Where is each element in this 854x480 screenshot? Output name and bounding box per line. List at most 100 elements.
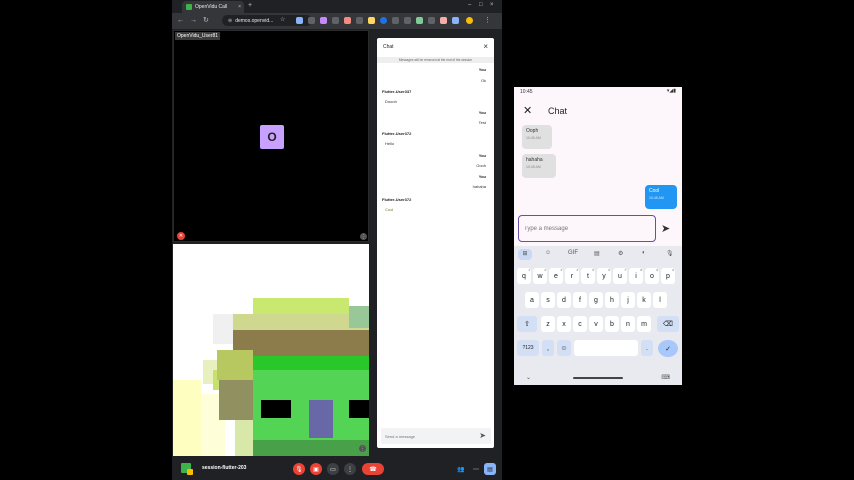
comma-key[interactable]: , <box>542 340 554 356</box>
extension-icon[interactable] <box>356 17 363 24</box>
key-hint: 9 <box>656 268 658 272</box>
keyboard-toolbar: ⊞ ☺ GIF ▤ ⚙ ◐ 🎙 <box>514 246 682 264</box>
extension-icon[interactable] <box>368 17 375 24</box>
extension-icon[interactable] <box>308 17 315 24</box>
key-o[interactable]: o9 <box>645 268 659 284</box>
key-r[interactable]: r4 <box>565 268 579 284</box>
key-h[interactable]: h <box>605 292 619 308</box>
url-text: demos.openvid... <box>235 17 274 24</box>
key-n[interactable]: n <box>621 316 635 332</box>
home-pill[interactable] <box>573 377 623 379</box>
key-b[interactable]: b <box>605 316 619 332</box>
system-nav-bar: ⌄ ⌨ <box>514 372 682 385</box>
mic-toggle-button[interactable]: 🎙 <box>293 463 305 475</box>
palette-icon[interactable]: ◐ <box>642 250 646 256</box>
tab-close-icon[interactable]: × <box>238 4 241 10</box>
extension-icon[interactable] <box>320 17 327 24</box>
key-e[interactable]: e3 <box>549 268 563 284</box>
close-icon[interactable]: ✕ <box>523 104 532 117</box>
key-m[interactable]: m <box>637 316 651 332</box>
chat-message-input[interactable] <box>385 431 470 441</box>
key-w[interactable]: w2 <box>533 268 547 284</box>
extension-icon[interactable] <box>404 17 411 24</box>
leave-call-button[interactable]: ☎ <box>362 463 384 475</box>
extension-icon[interactable] <box>440 17 447 24</box>
message-time: 10:45 AM <box>526 136 541 140</box>
extension-icon[interactable] <box>380 17 387 24</box>
message-input[interactable] <box>524 223 649 235</box>
message-input-box <box>518 215 656 242</box>
key-d[interactable]: d <box>557 292 571 308</box>
shift-key[interactable]: ⇧ <box>517 316 537 332</box>
message-time: 10:45 AM <box>649 196 664 200</box>
browser-menu-icon[interactable]: ⋮ <box>484 16 491 25</box>
space-key[interactable] <box>574 340 638 356</box>
more-options-button[interactable]: ⋮ <box>344 463 356 475</box>
keyboard-switch-icon[interactable]: ⌨ <box>661 374 670 381</box>
emoji-key[interactable]: ☺ <box>557 340 571 356</box>
enter-key[interactable]: ✓ <box>658 340 678 357</box>
forward-icon[interactable]: → <box>190 16 197 25</box>
extension-icon[interactable] <box>344 17 351 24</box>
key-s[interactable]: s <box>541 292 555 308</box>
site-info-icon[interactable]: ⊜ <box>228 18 232 24</box>
tile-settings-icon[interactable]: ⋮ <box>359 445 366 452</box>
send-icon[interactable]: ➤ <box>661 222 670 235</box>
reload-icon[interactable]: ↻ <box>203 16 209 25</box>
session-name: session-flutter-203 <box>202 465 247 471</box>
browser-tab[interactable]: OpenVidu Call × <box>182 1 244 13</box>
profile-avatar[interactable] <box>466 17 473 24</box>
microphone-icon[interactable]: 🎙 <box>666 250 674 257</box>
camera-toggle-button[interactable]: ▣ <box>310 463 322 475</box>
key-v[interactable]: v <box>589 316 603 332</box>
signal-battery-icon: ▾◢▮ <box>666 88 676 94</box>
settings-gear-icon[interactable]: ⚙ <box>618 250 623 257</box>
extension-icon[interactable] <box>392 17 399 24</box>
key-z[interactable]: z <box>541 316 555 332</box>
extension-icon[interactable] <box>416 17 423 24</box>
key-i[interactable]: i8 <box>629 268 643 284</box>
period-key[interactable]: . <box>641 340 653 356</box>
minimize-button[interactable]: – <box>468 2 471 8</box>
key-u[interactable]: u7 <box>613 268 627 284</box>
chat-toggle-button[interactable]: ▤ <box>484 463 496 475</box>
clipboard-icon[interactable]: ▤ <box>594 250 600 257</box>
extension-icon[interactable] <box>452 17 459 24</box>
key-t[interactable]: t5 <box>581 268 595 284</box>
key-c[interactable]: c <box>573 316 587 332</box>
apps-grid-icon[interactable]: ⊞ <box>518 249 532 260</box>
numbers-key[interactable]: ?123 <box>517 340 539 356</box>
key-k[interactable]: k <box>637 292 651 308</box>
participant-avatar: O <box>260 125 284 149</box>
key-hint: 6 <box>608 268 610 272</box>
key-x[interactable]: x <box>557 316 571 332</box>
message-text: Cool <box>649 188 660 194</box>
key-q[interactable]: q1 <box>517 268 531 284</box>
key-y[interactable]: y6 <box>597 268 611 284</box>
nav-back-icon[interactable]: ⌄ <box>526 374 531 381</box>
back-icon[interactable]: ← <box>177 16 184 25</box>
bookmark-star-icon[interactable]: ☆ <box>280 16 285 25</box>
key-l[interactable]: l <box>653 292 667 308</box>
backspace-key[interactable]: ⌫ <box>657 316 679 332</box>
extension-icon[interactable] <box>428 17 435 24</box>
key-p[interactable]: p0 <box>661 268 675 284</box>
message-sender: You <box>478 153 486 158</box>
new-tab-button[interactable]: + <box>248 2 252 9</box>
key-g[interactable]: g <box>589 292 603 308</box>
key-j[interactable]: j <box>621 292 635 308</box>
send-icon[interactable]: ➤ <box>479 431 486 441</box>
extension-icon[interactable] <box>296 17 303 24</box>
screenshare-button[interactable]: ▭ <box>327 463 339 475</box>
close-window-button[interactable]: × <box>490 2 494 8</box>
activities-icon[interactable]: ⋯ <box>470 463 482 475</box>
sticker-icon[interactable]: ☺ <box>545 250 551 256</box>
key-a[interactable]: a <box>525 292 539 308</box>
maximize-button[interactable]: □ <box>479 2 483 8</box>
gif-button[interactable]: GIF <box>568 250 578 256</box>
close-chat-icon[interactable]: × <box>483 42 488 51</box>
participants-icon[interactable]: 👥 <box>455 463 467 475</box>
tile-settings-icon[interactable]: ⋮ <box>360 233 367 240</box>
extension-icon[interactable] <box>332 17 339 24</box>
key-f[interactable]: f <box>573 292 587 308</box>
